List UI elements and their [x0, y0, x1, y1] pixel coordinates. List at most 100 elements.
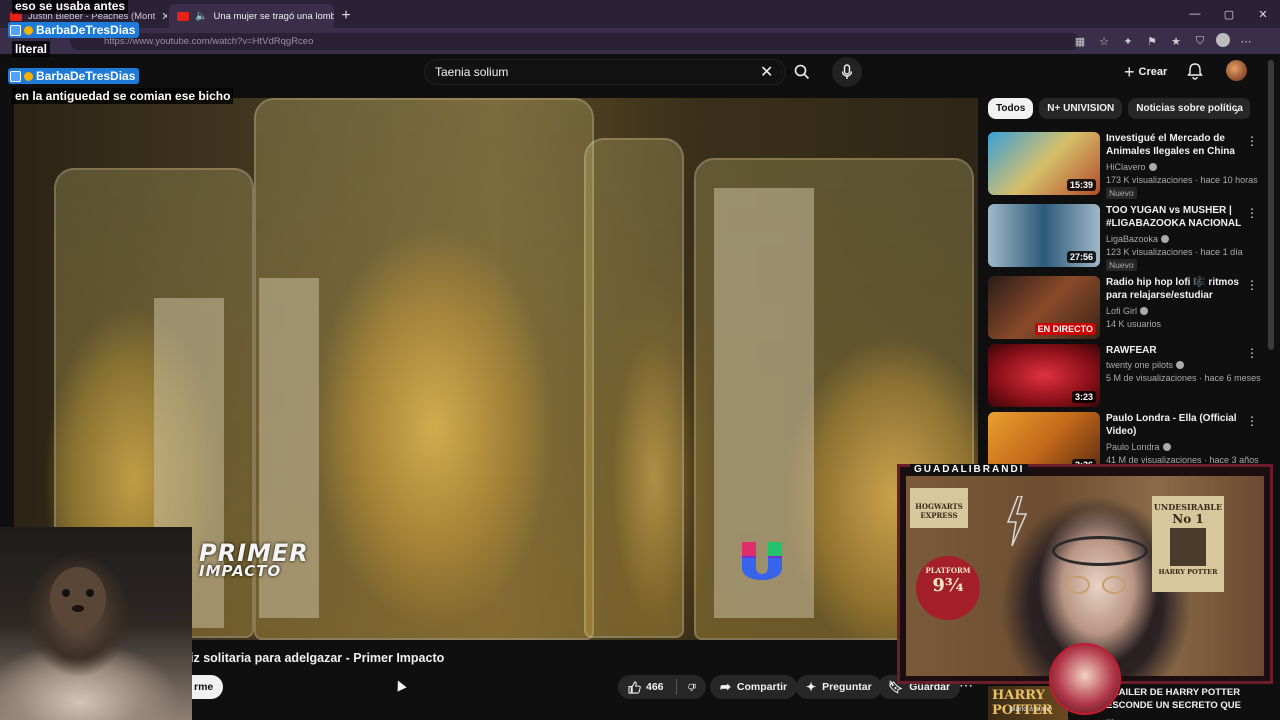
- new-tab-button[interactable]: +: [334, 4, 358, 28]
- clear-search-icon[interactable]: ✕: [760, 62, 773, 82]
- video-thumbnail[interactable]: 15:39: [988, 132, 1100, 195]
- video-thumbnail[interactable]: 3:23: [988, 344, 1100, 407]
- video-duration: 3:23: [1071, 391, 1096, 403]
- recommendation-title[interactable]: Radio hip hop lofi 🎼 ritmos para relajar…: [1106, 276, 1246, 302]
- menu-dots-icon[interactable]: ⋯: [1238, 33, 1254, 49]
- browser-tab-2[interactable]: 🔈 Una mujer se tragó una lomb ✕: [169, 4, 334, 28]
- create-label: Crear: [1138, 66, 1168, 78]
- extensions-icon[interactable]: ✦: [1120, 33, 1136, 49]
- platform-number: 9¾: [932, 575, 964, 596]
- watermark-line1: PRIMER: [199, 539, 309, 567]
- undesirable-poster: UNDESIRABLE No 1 HARRY POTTER: [1152, 496, 1224, 592]
- primer-impacto-watermark: PRIMER IMPACTO: [199, 539, 309, 580]
- verified-icon: [1140, 307, 1149, 315]
- video-title: iz solitaria para adelgazar - Primer Imp…: [190, 651, 445, 665]
- recommendation-meta: 173 K visualizaciones · hace 10 horas: [1106, 175, 1258, 185]
- star-icon[interactable]: ☆: [1096, 33, 1112, 49]
- channel-name: HiClavero: [1106, 162, 1146, 172]
- recommendation-title[interactable]: TOO YUGAN vs MUSHER | #LIGABAZOOKA NACIO…: [1106, 204, 1246, 230]
- verified-icon: [1162, 443, 1171, 451]
- thumbs-down-icon[interactable]: [688, 681, 696, 694]
- share-button[interactable]: ➦ Compartir: [710, 675, 798, 699]
- chip-todos[interactable]: Todos: [988, 98, 1034, 119]
- recommendation-channel[interactable]: Lofi Girl: [1106, 306, 1149, 316]
- microphone-icon: [841, 64, 853, 79]
- more-options-icon[interactable]: ⋮: [1246, 134, 1258, 148]
- recommendation-item[interactable]: 27:56 TOO YUGAN vs MUSHER | #LIGABAZOOKA…: [988, 204, 1268, 271]
- ask-label: Preguntar: [822, 681, 872, 693]
- minimize-icon[interactable]: —: [1178, 0, 1212, 28]
- otter-webcam-overlay: [0, 527, 192, 720]
- otter-eye-image: [86, 589, 94, 597]
- chip-nplus-univision[interactable]: N+ UNIVISION: [1039, 98, 1123, 119]
- close-tab-icon[interactable]: ✕: [161, 10, 167, 23]
- share-icon: ➦: [720, 679, 731, 694]
- more-options-icon[interactable]: ⋮: [1246, 278, 1258, 292]
- recommendation-title[interactable]: TRAILER DE HARRY POTTER: [1106, 686, 1246, 699]
- create-button[interactable]: + Crear: [1124, 59, 1167, 85]
- maximize-icon[interactable]: ▢: [1212, 0, 1246, 28]
- live-badge: EN DIRECTO: [1034, 323, 1096, 335]
- like-button[interactable]: 466: [628, 680, 664, 694]
- jar-image: [584, 138, 684, 638]
- search-input[interactable]: Taenia solium: [424, 59, 786, 85]
- sparkle-icon: ✦: [806, 680, 817, 694]
- recommendation-title[interactable]: Paulo Londra - Ella (Official Video): [1106, 412, 1246, 438]
- chat-badge-icon: [10, 70, 21, 82]
- like-count: 466: [646, 681, 664, 693]
- thumbs-up-icon: [628, 680, 641, 694]
- mouse-cursor-icon: [393, 678, 407, 692]
- chevron-right-icon[interactable]: ›: [1234, 102, 1239, 118]
- video-thumbnail[interactable]: 27:56: [988, 204, 1100, 267]
- recommendation-channel[interactable]: Paulo Londra: [1106, 442, 1171, 452]
- share-label: Compartir: [736, 681, 788, 693]
- recommendation-channel[interactable]: twenty one pilots: [1106, 360, 1185, 370]
- recommendation-meta: 5 M de visualizaciones · hace 6 meses: [1106, 373, 1261, 383]
- recommendation-title-line2[interactable]: ESCONDE UN SECRETO QUE ...: [1106, 699, 1246, 720]
- video-thumbnail[interactable]: EN DIRECTO: [988, 276, 1100, 339]
- screen: Justin Bieber - Peaches (Mont ✕ 🔈 Una mu…: [0, 0, 1280, 720]
- browser-tabbar: Justin Bieber - Peaches (Mont ✕ 🔈 Una mu…: [0, 0, 1280, 28]
- voice-search-button[interactable]: [832, 57, 862, 87]
- url-field[interactable]: https://www.youtube.com/watch?v=HtVdRqgR…: [70, 33, 1080, 50]
- recommendation-channel[interactable]: HiClavero: [1106, 162, 1157, 172]
- otter-nose-image: [72, 605, 84, 612]
- univision-logo: [742, 542, 782, 580]
- scrollbar[interactable]: [1268, 60, 1274, 350]
- app-icon[interactable]: ▦: [1072, 33, 1088, 49]
- close-window-icon[interactable]: ✕: [1246, 0, 1280, 28]
- youtube-favicon-icon: [177, 11, 189, 21]
- profile-icon[interactable]: [1216, 33, 1230, 47]
- favorites-icon[interactable]: ★: [1168, 33, 1184, 49]
- recommendation-item[interactable]: EN DIRECTO Radio hip hop lofi 🎼 ritmos p…: [988, 276, 1268, 340]
- ask-button[interactable]: ✦ Preguntar: [796, 675, 882, 699]
- window-controls: — ▢ ✕: [1178, 0, 1280, 28]
- channel-name: twenty one pilots: [1106, 360, 1174, 370]
- new-badge: Nuevo: [1106, 187, 1137, 199]
- recommendation-item[interactable]: 3:23 RAWFEAR twenty one pilots 5 M de vi…: [988, 344, 1268, 408]
- notifications-button[interactable]: [1187, 62, 1203, 85]
- recommendation-title[interactable]: RAWFEAR: [1106, 344, 1246, 357]
- recommendation-item[interactable]: HARRY POTTER plano a plano TRAILER DE HA…: [988, 684, 1268, 720]
- shield-icon[interactable]: ⛉: [1192, 33, 1208, 49]
- streamer-name: GUADALIBRANDI: [910, 464, 1029, 475]
- chip-noticias-politica[interactable]: Noticias sobre política: [1128, 98, 1250, 119]
- translate-icon[interactable]: ⚑: [1144, 33, 1160, 49]
- divider: [675, 679, 677, 695]
- browser-toolbar-icons: ▦ ☆ ✦ ⚑ ★ ⛉ ⋯: [1072, 33, 1254, 49]
- speaker-icon[interactable]: 🔈: [195, 11, 207, 22]
- recommendation-title[interactable]: Investigué el Mercado de Animales Ilegal…: [1106, 132, 1246, 158]
- like-dislike-group: 466: [618, 675, 706, 699]
- sub-badge-icon: [24, 25, 33, 35]
- recommendation-channel[interactable]: LigaBazooka: [1106, 234, 1170, 244]
- account-avatar[interactable]: [1226, 60, 1247, 81]
- more-options-icon[interactable]: ⋮: [1246, 414, 1258, 428]
- more-options-icon[interactable]: ⋮: [1246, 206, 1258, 220]
- search-icon: [794, 64, 810, 80]
- recommendation-item[interactable]: 15:39 Investigué el Mercado de Animales …: [988, 132, 1268, 199]
- channel-name: Lofi Girl: [1106, 306, 1138, 316]
- thumbnail-subtext: plano a plano: [1010, 706, 1053, 713]
- more-options-icon[interactable]: ⋮: [1246, 346, 1258, 360]
- lightning-bolt-icon: [1004, 495, 1028, 547]
- search-button[interactable]: [786, 59, 818, 85]
